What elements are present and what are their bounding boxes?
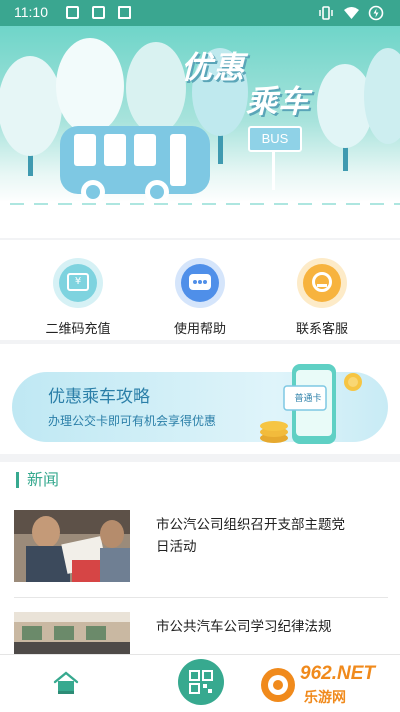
download-icon (118, 6, 131, 19)
promo-subtitle: 办理公交卡即可有机会享得优惠 (48, 414, 217, 428)
menu-label: 二维码充值 (45, 322, 111, 337)
news-title: 市公共汽车公司学习纪律法规 (156, 619, 332, 635)
menu-item-qr-recharge[interactable]: ¥ 二维码充值 (23, 258, 133, 337)
headset-icon (297, 258, 347, 308)
tab-home[interactable] (40, 663, 92, 705)
watermark-text-top: 962.NET (300, 663, 375, 684)
menu-item-customer-service[interactable]: 联系客服 (267, 258, 377, 337)
vibrate-icon (319, 6, 333, 20)
status-bar: 11:10 (0, 0, 400, 26)
news-divider (14, 597, 388, 598)
bus-sign: BUS (248, 126, 302, 152)
chat-bubble-icon (175, 258, 225, 308)
news-item[interactable]: 市公汽公司组织召开支部主题党日活动 (0, 510, 400, 600)
home-icon (53, 671, 79, 694)
hero-banner: 优惠 乘车 BUS (0, 26, 400, 238)
promo-title: 优惠乘车攻略 (48, 387, 150, 407)
hero-title-line1: 优惠 (181, 50, 245, 86)
battery-charging-icon (368, 5, 384, 21)
menu-item-help[interactable]: 使用帮助 (145, 258, 255, 337)
news-thumbnail (14, 612, 130, 654)
gallery-icon (66, 6, 79, 19)
phone-card-illustration (260, 364, 362, 444)
hero-title-line2: 乘车 (246, 84, 310, 120)
app-s-icon (92, 6, 105, 19)
news-heading: 新闻 (16, 472, 59, 488)
watermark-text-bottom: 乐游网 (304, 690, 346, 706)
tab-qr-code[interactable] (178, 659, 224, 705)
menu-label: 使用帮助 (173, 322, 226, 337)
watermark-logo: 962.NET 乐游网 (258, 663, 394, 707)
qr-code-icon (189, 670, 213, 694)
wallet-card-icon: ¥ (53, 258, 103, 308)
news-thumbnail (14, 510, 130, 582)
card-label: 普通卡 (294, 394, 322, 404)
menu-label: 联系客服 (295, 322, 348, 337)
wifi-icon (344, 7, 359, 19)
news-section: 新闻 市公汽公司组织召开支部主题党日活动 市公共汽车公司学习纪律法规 (0, 462, 400, 654)
news-title: 市公汽公司组织召开支部主题党日活动 (156, 517, 345, 555)
status-time: 11:10 (14, 4, 48, 20)
watermark-emblem-icon (261, 668, 295, 702)
quick-menu: ¥ 二维码充值 使用帮助 联系客服 (0, 240, 400, 340)
promo-section: 优惠乘车攻略 办理公交卡即可有机会享得优惠 普通卡 (0, 344, 400, 454)
bottom-tab-bar: 962.NET 乐游网 (0, 654, 400, 712)
